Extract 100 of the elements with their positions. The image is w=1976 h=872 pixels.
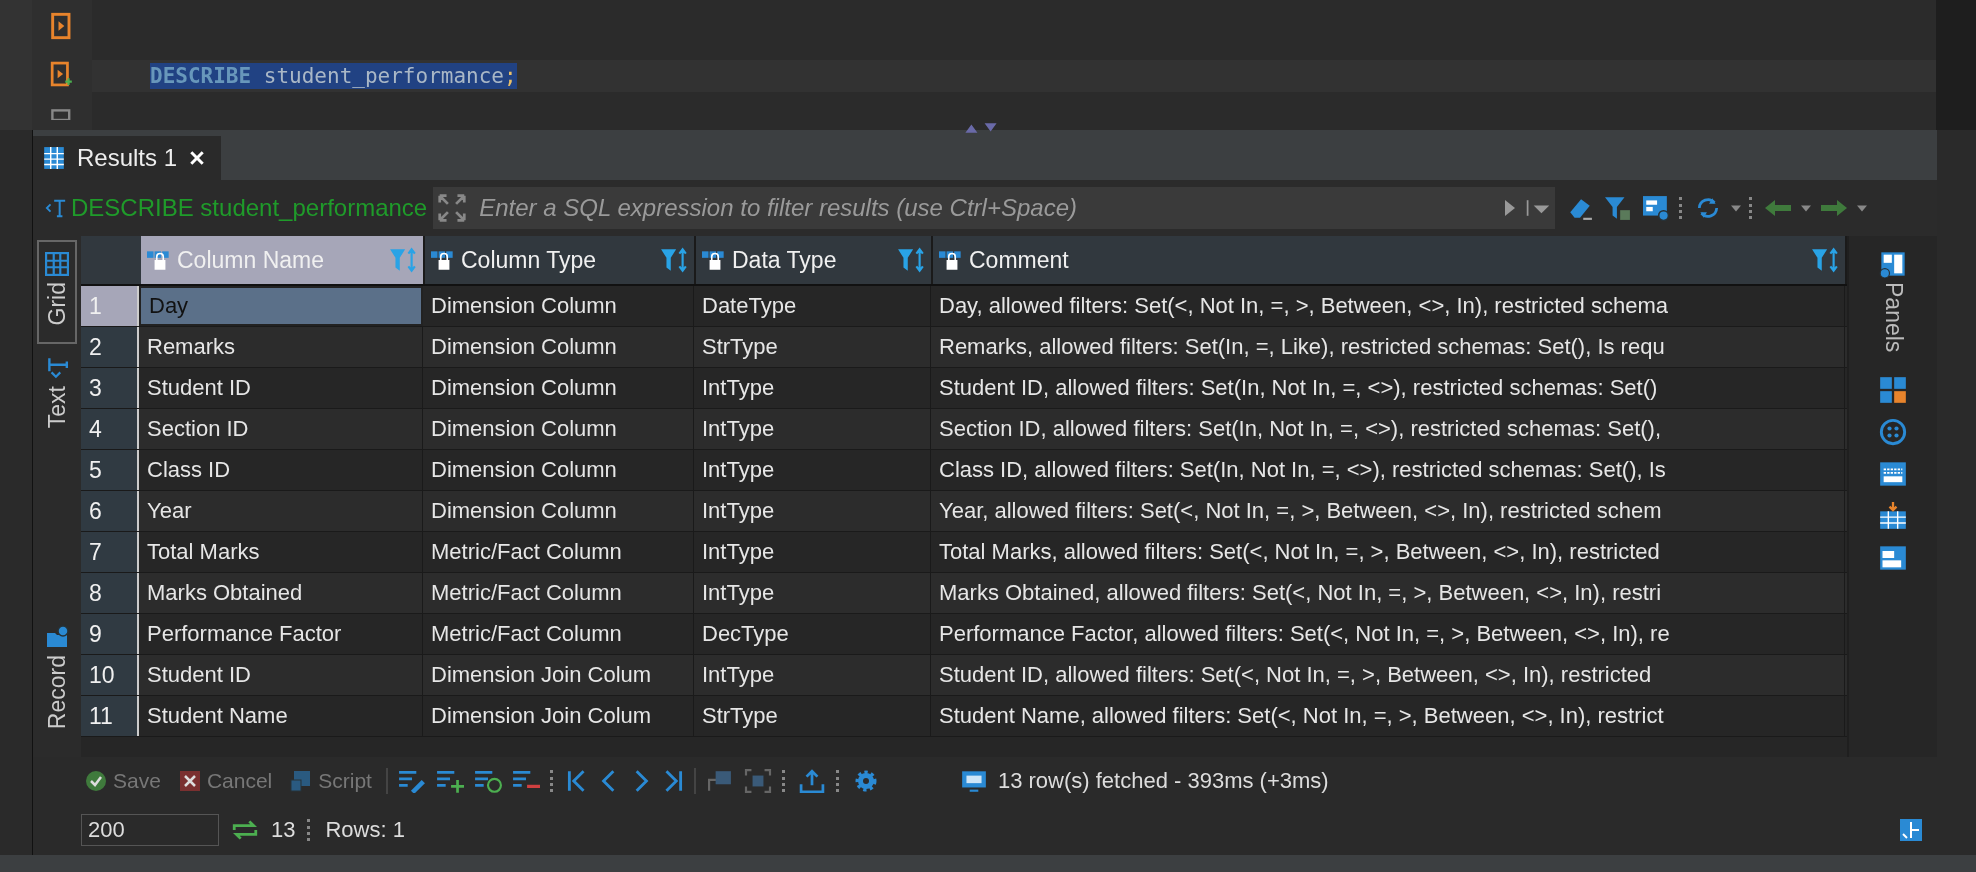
table-cell: Class ID — [139, 450, 423, 490]
table-cell: Student Name, allowed filters: Set(<, Not In, =, >, Between, <>, In), restrict — [931, 696, 1845, 736]
table-import-icon[interactable] — [1879, 502, 1907, 531]
history-dropdown-icon[interactable] — [1521, 187, 1555, 229]
table-cell: Dimension Column — [423, 327, 694, 367]
monitor-icon — [959, 769, 988, 793]
view-tab[interactable]: Text — [37, 344, 77, 448]
table-cell: Student ID — [139, 368, 423, 408]
table-cell: IntType — [694, 655, 931, 695]
table-cell: Marks Obtained — [139, 573, 423, 613]
fullscreen-icon[interactable] — [743, 769, 772, 793]
table-cell: Metric/Fact Column — [423, 573, 694, 613]
script-icon — [290, 770, 313, 792]
table-cell: Performance Factor — [139, 614, 423, 654]
layout-icon[interactable] — [1879, 544, 1907, 573]
calculator-icon[interactable] — [1879, 376, 1907, 405]
panels-icon — [1879, 250, 1907, 278]
run-statement-icon[interactable] — [50, 60, 74, 88]
filter-sort-icon[interactable] — [660, 247, 688, 273]
caret-icon[interactable] — [1731, 204, 1741, 212]
edit-row-icon[interactable] — [397, 769, 426, 793]
table-cell: IntType — [694, 532, 931, 572]
filter-save-icon[interactable] — [1603, 195, 1633, 221]
table-cell: IntType — [694, 573, 931, 613]
results-tab[interactable]: Results 1 — [33, 136, 222, 180]
record-icon — [45, 625, 69, 649]
row-number[interactable]: 6 — [81, 491, 139, 531]
table-cell: Year, allowed filters: Set(<, Not In, =, >, Between, <>, In), restricted schem — [931, 491, 1845, 531]
refresh-icon[interactable] — [231, 818, 259, 842]
table-cell: Student ID — [139, 655, 423, 695]
table-cell: Marks Obtained, allowed filters: Set(<, Not In, =, >, Between, <>, In), restri — [931, 573, 1845, 613]
row-number[interactable]: 2 — [81, 327, 139, 367]
table-cell: Section ID, allowed filters: Set(In, Not In, =, <>), restricted schemas: Set(), — [931, 409, 1845, 449]
dots-circle-icon[interactable] — [1879, 418, 1907, 447]
table-cell: Remarks, allowed filters: Set(In, =, Like), restricted schemas: Set(), Is requ — [931, 327, 1845, 367]
table-cell: Dimension Column — [423, 491, 694, 531]
table-cell: Day, allowed filters: Set(<, Not In, =, >, Between, <>, In), restricted schema — [931, 286, 1845, 326]
table-cell: StrType — [694, 696, 931, 736]
row-number[interactable]: 8 — [81, 573, 139, 613]
caret-icon[interactable] — [1857, 204, 1867, 212]
table-cell: Student ID, allowed filters: Set(<, Not In, =, >, Between, <>, In), restricted — [931, 655, 1845, 695]
column-header[interactable]: Data Type — [696, 236, 933, 284]
table-cell: IntType — [694, 491, 931, 531]
grid-icon — [45, 252, 69, 276]
table-cell: Dimension Column — [423, 286, 694, 326]
table-cell: Dimension Join Colum — [423, 696, 694, 736]
row-number[interactable]: 3 — [81, 368, 139, 408]
table-cell: Year — [139, 491, 423, 531]
table-cell: Dimension Column — [423, 409, 694, 449]
table-cell: IntType — [694, 450, 931, 490]
view-tab[interactable]: Record — [37, 613, 77, 757]
table-cell: Dimension Column — [423, 368, 694, 408]
layout-toggle-icon[interactable] — [1897, 818, 1925, 842]
table-cell: Remarks — [139, 327, 423, 367]
check-circle-icon — [85, 770, 107, 792]
table-cell: Dimension Column — [423, 450, 694, 490]
row-number[interactable]: 10 — [81, 655, 139, 695]
table-cell: DateType — [694, 286, 931, 326]
cancel-icon — [178, 770, 201, 792]
table-cell: Class ID, allowed filters: Set(In, Not In, =, <>), restricted schemas: Set(), Is — [931, 450, 1845, 490]
panels-tab[interactable]: Panels — [1879, 250, 1907, 353]
link-icon[interactable] — [705, 769, 734, 793]
filter-field[interactable]: Enter a SQL expression to filter results (use Ctrl+Space) — [471, 187, 1499, 229]
table-cell: Total Marks, allowed filters: Set(<, Not In, =, >, Between, <>, In), restricted — [931, 532, 1845, 572]
close-icon[interactable] — [189, 150, 206, 166]
filter-sort-icon[interactable] — [897, 247, 925, 273]
status-text: 13 row(s) fetched - 393ms (+3ms) — [997, 768, 1329, 794]
table-cell: Metric/Fact Column — [423, 614, 694, 654]
text-icon — [45, 356, 69, 380]
table-cell: IntType — [694, 409, 931, 449]
table-cell: Metric/Fact Column — [423, 532, 694, 572]
view-tab[interactable]: Grid — [37, 240, 77, 344]
table-cell: StrType — [694, 327, 931, 367]
table-cell: IntType — [694, 368, 931, 408]
export-icon[interactable] — [797, 769, 826, 793]
fetch-size-field[interactable]: 200 — [81, 814, 219, 846]
collapse-arrows-icon[interactable] — [963, 122, 999, 134]
row-number[interactable]: 7 — [81, 532, 139, 572]
filter-sort-icon[interactable] — [1811, 247, 1839, 273]
table-cell: Student ID, allowed filters: Set(In, Not In, =, <>), restricted schemas: Set() — [931, 368, 1845, 408]
row-count: 13 — [271, 817, 296, 843]
expand-icon[interactable] — [433, 187, 472, 229]
table-icon[interactable] — [1879, 460, 1907, 489]
column-header[interactable]: Column Type — [425, 236, 696, 284]
row-number[interactable]: 11 — [81, 696, 139, 736]
panel-settings-icon[interactable] — [1641, 195, 1671, 221]
rows-label: Rows: 1 — [325, 817, 405, 843]
caret-icon[interactable] — [1801, 204, 1811, 212]
row-number[interactable]: 9 — [81, 614, 139, 654]
table-cell: Total Marks — [139, 532, 423, 572]
add-row-icon[interactable] — [435, 769, 464, 793]
table-cell: Day — [139, 286, 423, 326]
row-number[interactable]: 5 — [81, 450, 139, 490]
row-number[interactable]: 4 — [81, 409, 139, 449]
table-cell: Dimension Join Colum — [423, 655, 694, 695]
table-cell: Performance Factor, allowed filters: Set(<, Not In, =, >, Between, <>, In), re — [931, 614, 1845, 654]
grid-icon — [43, 146, 65, 170]
table-cell: Section ID — [139, 409, 423, 449]
table-cell: DecType — [694, 614, 931, 654]
copy-row-icon[interactable] — [473, 769, 502, 793]
